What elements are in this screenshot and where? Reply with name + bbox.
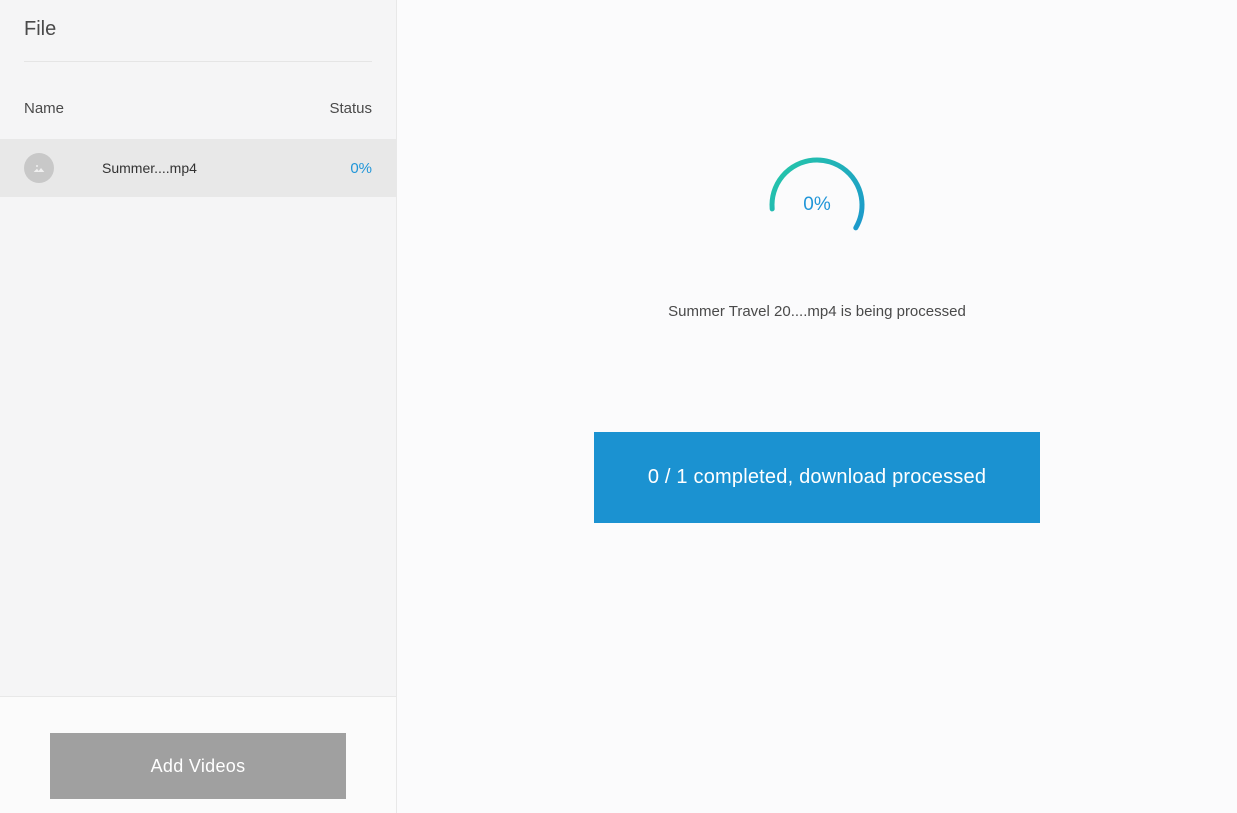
sidebar: File Name Status Summer....mp4 0% Add Vi…: [0, 0, 397, 813]
add-videos-button[interactable]: Add Videos: [50, 733, 346, 799]
main-panel: 0% Summer Travel 20....mp4 is being proc…: [397, 0, 1237, 813]
file-row[interactable]: Summer....mp4 0%: [0, 139, 396, 197]
sidebar-footer: Add Videos: [0, 696, 396, 813]
progress-ring: 0%: [767, 155, 867, 255]
progress-percent: 0%: [803, 194, 830, 216]
file-list: Summer....mp4 0%: [0, 139, 396, 696]
video-file-icon: [24, 153, 54, 183]
file-name: Summer....mp4: [102, 160, 350, 176]
column-header-status: Status: [329, 100, 372, 117]
column-header-name: Name: [24, 100, 64, 117]
processing-status-text: Summer Travel 20....mp4 is being process…: [668, 303, 966, 320]
download-processed-button[interactable]: 0 / 1 completed, download processed: [594, 432, 1040, 523]
sidebar-header: File: [0, 0, 396, 61]
column-headers: Name Status: [0, 62, 396, 139]
file-status: 0%: [350, 160, 372, 177]
file-section-title: File: [24, 18, 372, 41]
